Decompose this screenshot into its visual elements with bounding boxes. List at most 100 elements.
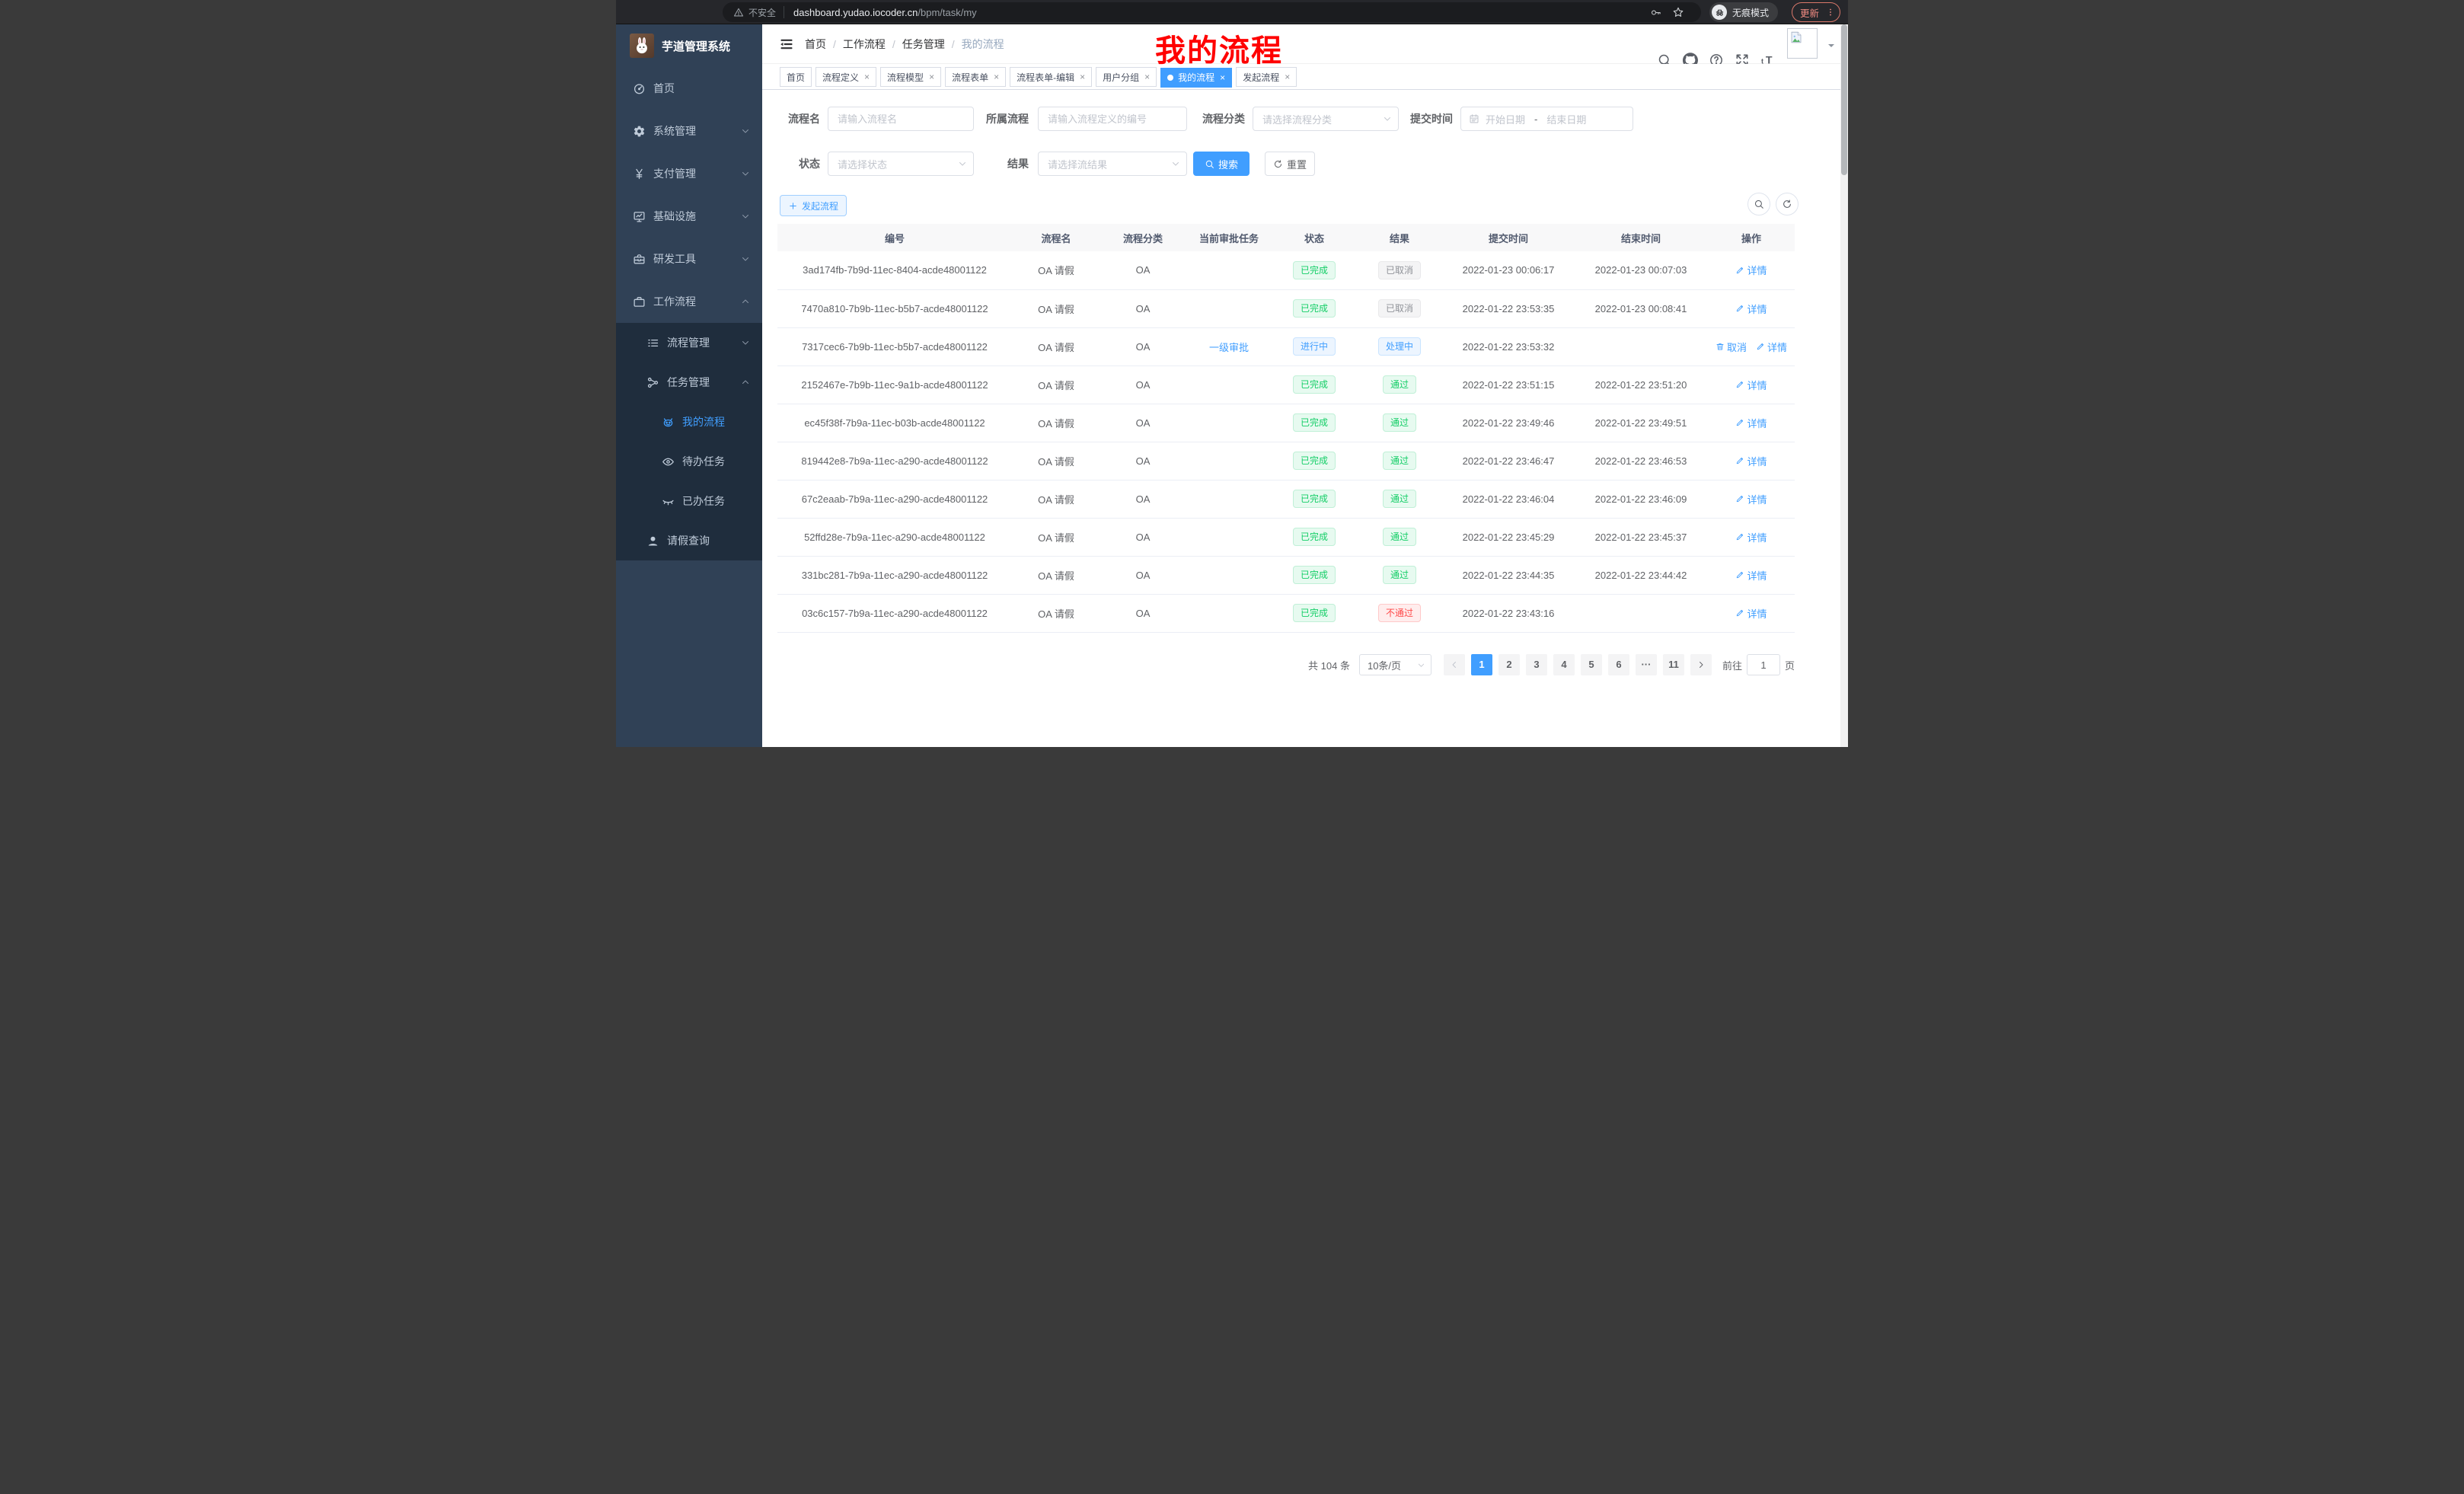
cell-end-time: 2022-01-22 23:49:51 bbox=[1574, 404, 1708, 442]
sidebar-item-my-process[interactable]: 我的流程 bbox=[616, 402, 762, 442]
pager-ellipsis[interactable]: ··· bbox=[1636, 654, 1657, 675]
create-process-button[interactable]: 发起流程 bbox=[780, 195, 847, 216]
page-button-1[interactable]: 1 bbox=[1471, 654, 1492, 675]
sidebar-item-system-management[interactable]: 系统管理 bbox=[616, 110, 762, 152]
sidebar-item-home[interactable]: 首页 bbox=[616, 67, 762, 110]
cell-actions: 详情 bbox=[1708, 442, 1795, 480]
bookmark-star-icon[interactable] bbox=[1672, 6, 1684, 18]
tab-my-process[interactable]: 我的流程× bbox=[1160, 68, 1232, 88]
process-name-input[interactable] bbox=[828, 107, 974, 131]
breadcrumb-item[interactable]: 工作流程 bbox=[843, 37, 886, 52]
page-button-11[interactable]: 11 bbox=[1663, 654, 1684, 675]
browser-update-button[interactable]: 更新 bbox=[1792, 2, 1840, 22]
current-task-link[interactable]: 一级审批 bbox=[1209, 342, 1249, 353]
sidebar-menu: 首页系统管理支付管理基础设施研发工具工作流程流程管理任务管理我的流程待办任务已办… bbox=[616, 67, 762, 560]
reset-button[interactable]: 重置 bbox=[1265, 152, 1315, 176]
edit-icon bbox=[1735, 494, 1744, 503]
cell-end-time: 2022-01-22 23:46:09 bbox=[1574, 480, 1708, 518]
sidebar-item-done-tasks[interactable]: 已办任务 bbox=[616, 481, 762, 521]
refresh-table-button[interactable] bbox=[1776, 193, 1799, 215]
category-select[interactable]: 请选择流程分类 bbox=[1253, 107, 1399, 131]
detail-link[interactable]: 详情 bbox=[1735, 263, 1767, 277]
hamburger-icon[interactable] bbox=[779, 37, 794, 52]
sidebar-item-task-management[interactable]: 任务管理 bbox=[616, 362, 762, 402]
reload-icon[interactable] bbox=[671, 5, 685, 19]
page-button-3[interactable]: 3 bbox=[1526, 654, 1547, 675]
close-icon[interactable]: × bbox=[1080, 72, 1085, 81]
detail-link[interactable]: 详情 bbox=[1735, 606, 1767, 621]
cell-actions: 详情 bbox=[1708, 556, 1795, 594]
cancel-link[interactable]: 取消 bbox=[1716, 340, 1747, 354]
active-tab-dot bbox=[1167, 75, 1173, 81]
goto-page-input[interactable] bbox=[1747, 654, 1780, 675]
search-button[interactable]: 搜索 bbox=[1193, 152, 1250, 176]
detail-link[interactable]: 详情 bbox=[1735, 492, 1767, 506]
scrollbar-thumb[interactable] bbox=[1841, 24, 1847, 175]
tab-process-form[interactable]: 流程表单× bbox=[945, 67, 1006, 87]
cell-category: OA bbox=[1100, 327, 1186, 366]
close-icon[interactable]: × bbox=[929, 72, 934, 81]
page-button-6[interactable]: 6 bbox=[1608, 654, 1629, 675]
sidebar-item-payment-management[interactable]: 支付管理 bbox=[616, 152, 762, 195]
sidebar-item-leave-query[interactable]: 请假查询 bbox=[616, 521, 762, 560]
tab-start-process[interactable]: 发起流程× bbox=[1236, 67, 1297, 87]
menu-dots-icon[interactable] bbox=[1826, 8, 1835, 17]
breadcrumb-item[interactable]: 首页 bbox=[805, 37, 826, 52]
url-bar[interactable]: 不安全 dashboard.yudao.iocoder.cn/bpm/task/… bbox=[723, 2, 1701, 22]
tab-user-group[interactable]: 用户分组× bbox=[1096, 67, 1157, 87]
tab-home[interactable]: 首页 bbox=[780, 67, 812, 87]
page-size-select[interactable]: 10条/页 bbox=[1359, 654, 1431, 675]
close-icon[interactable]: × bbox=[1144, 72, 1150, 81]
cell-end-time: 2022-01-22 23:51:20 bbox=[1574, 366, 1708, 404]
show-search-button[interactable] bbox=[1747, 193, 1770, 215]
app-logo[interactable]: 芋道管理系统 bbox=[616, 24, 762, 67]
detail-link[interactable]: 详情 bbox=[1735, 454, 1767, 468]
date-end-placeholder: 结束日期 bbox=[1546, 112, 1586, 126]
page-button-5[interactable]: 5 bbox=[1581, 654, 1602, 675]
edit-icon bbox=[1735, 608, 1744, 618]
sidebar-item-infrastructure[interactable]: 基础设施 bbox=[616, 195, 762, 238]
cell-result: 通过 bbox=[1356, 442, 1443, 480]
caret-down-icon[interactable] bbox=[1827, 41, 1836, 50]
sidebar-item-todo-tasks[interactable]: 待办任务 bbox=[616, 442, 762, 481]
page-button-2[interactable]: 2 bbox=[1499, 654, 1520, 675]
detail-link[interactable]: 详情 bbox=[1735, 378, 1767, 392]
tab-process-form-edit[interactable]: 流程表单-编辑× bbox=[1010, 67, 1092, 87]
breadcrumb-item[interactable]: 任务管理 bbox=[902, 37, 945, 52]
submit-time-range-picker[interactable]: 开始日期 - 结束日期 bbox=[1460, 107, 1633, 131]
cell-current-task: 一级审批 bbox=[1186, 327, 1272, 366]
detail-link[interactable]: 详情 bbox=[1756, 340, 1787, 354]
close-icon[interactable]: × bbox=[1220, 73, 1225, 82]
page-button-4[interactable]: 4 bbox=[1553, 654, 1575, 675]
forward-icon[interactable] bbox=[648, 5, 662, 19]
detail-link[interactable]: 详情 bbox=[1735, 416, 1767, 430]
detail-link[interactable]: 详情 bbox=[1735, 302, 1767, 316]
tab-process-definition[interactable]: 流程定义× bbox=[815, 67, 876, 87]
sidebar-item-process-management[interactable]: 流程管理 bbox=[616, 323, 762, 362]
back-icon[interactable] bbox=[625, 5, 639, 19]
action-label: 详情 bbox=[1747, 568, 1767, 583]
next-page-button[interactable] bbox=[1690, 654, 1712, 675]
sidebar-item-dev-tools[interactable]: 研发工具 bbox=[616, 238, 762, 280]
close-icon[interactable]: × bbox=[994, 72, 999, 81]
parent-process-input[interactable] bbox=[1038, 107, 1187, 131]
home-icon[interactable] bbox=[694, 5, 707, 19]
sidebar-item-workflow[interactable]: 工作流程 bbox=[616, 280, 762, 323]
detail-link[interactable]: 详情 bbox=[1735, 530, 1767, 544]
result-select[interactable]: 请选择流结果 bbox=[1038, 152, 1187, 176]
page-scrollbar[interactable] bbox=[1840, 24, 1848, 747]
status-badge: 已完成 bbox=[1293, 490, 1336, 508]
close-icon[interactable]: × bbox=[864, 72, 870, 81]
avatar[interactable] bbox=[1787, 28, 1818, 59]
status-badge: 已完成 bbox=[1293, 566, 1336, 584]
tab-process-model[interactable]: 流程模型× bbox=[880, 67, 941, 87]
cell-current-task bbox=[1186, 556, 1272, 594]
sidebar-item-label: 流程管理 bbox=[667, 335, 710, 350]
detail-link[interactable]: 详情 bbox=[1735, 568, 1767, 583]
prev-page-button[interactable] bbox=[1444, 654, 1465, 675]
cell-actions: 详情 bbox=[1708, 518, 1795, 556]
close-icon[interactable]: × bbox=[1285, 72, 1290, 81]
key-icon[interactable] bbox=[1650, 7, 1661, 18]
action-label: 详情 bbox=[1747, 606, 1767, 621]
status-select[interactable]: 请选择状态 bbox=[828, 152, 974, 176]
